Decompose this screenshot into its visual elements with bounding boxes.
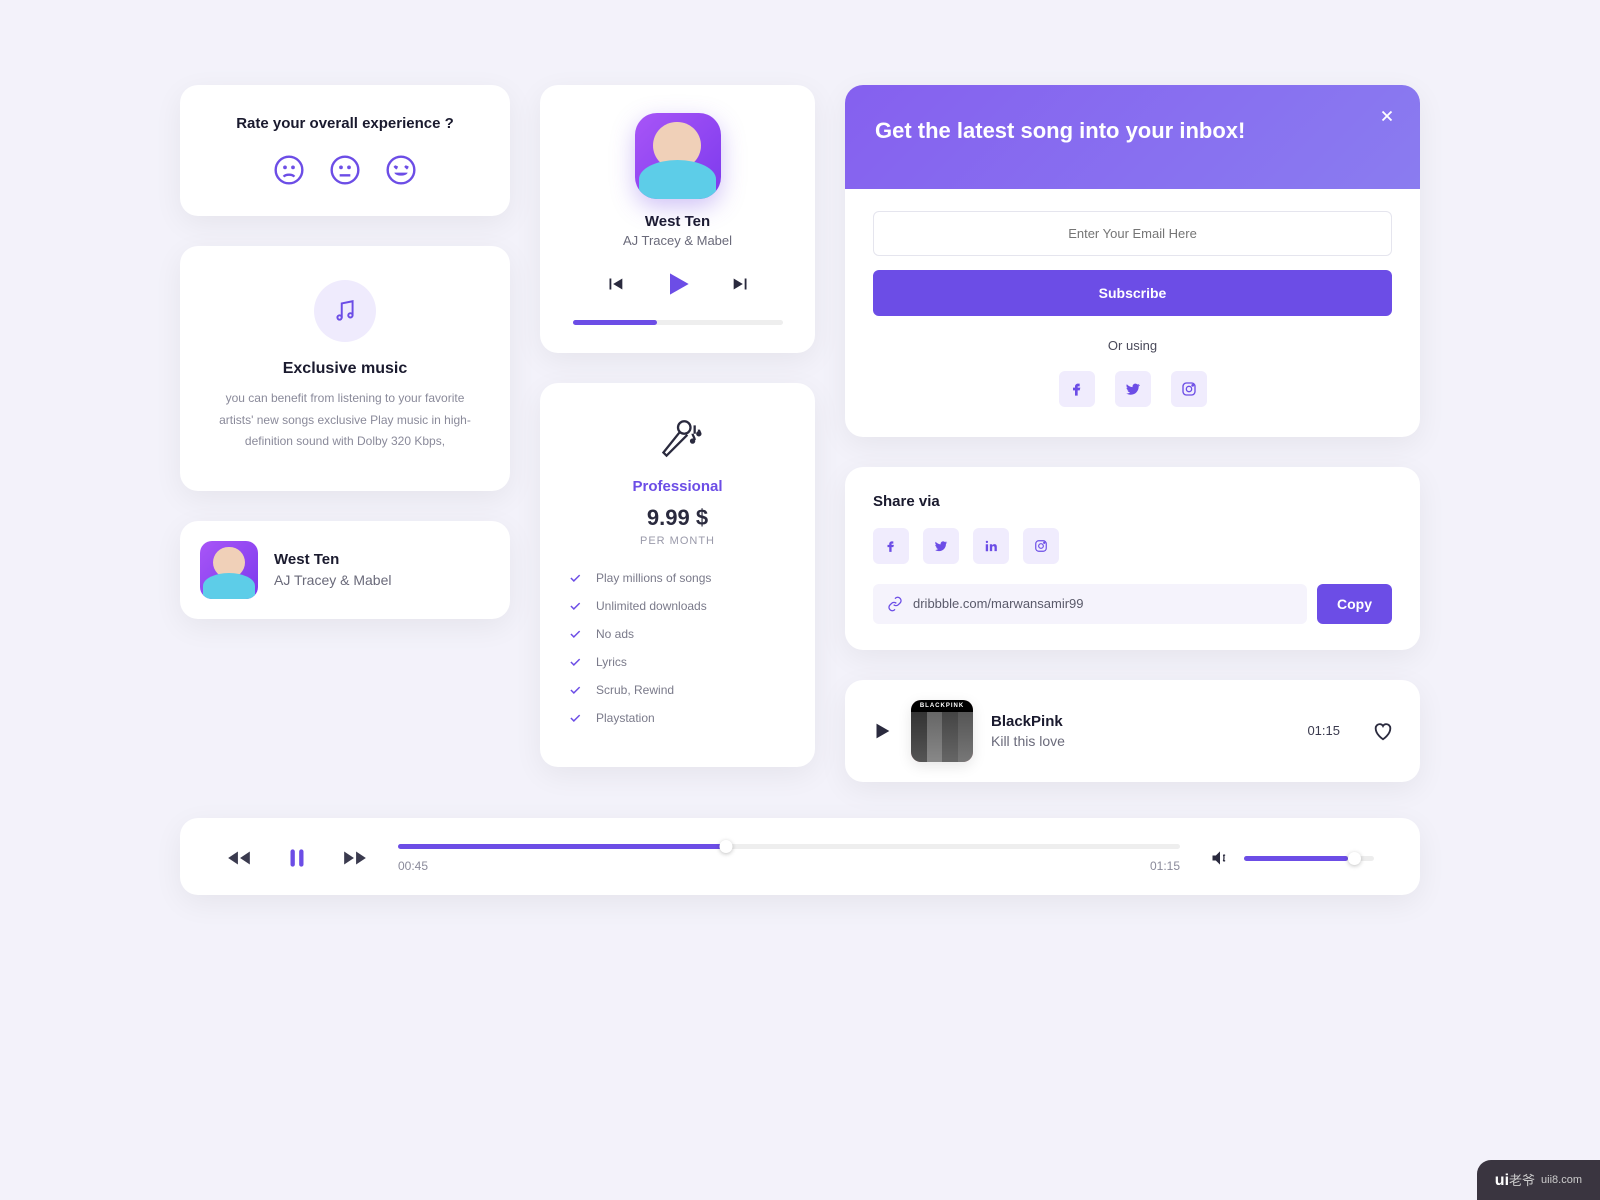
mini-track-title: West Ten [274,551,392,568]
copy-button[interactable]: Copy [1317,584,1392,624]
instagram-icon[interactable] [1171,371,1207,407]
check-icon [568,599,582,613]
track-art: BLACKPINK [911,700,973,762]
check-icon [568,711,582,725]
player-progress[interactable] [573,320,783,325]
bar-total: 01:15 [1150,859,1180,873]
rewind-icon[interactable] [226,845,252,871]
share-link-box: dribbble.com/marwansamir99 [873,584,1307,624]
rating-card: Rate your overall experience ? [180,85,510,216]
subscribe-heading: Get the latest song into your inbox! [875,115,1390,147]
track-row: BLACKPINK BlackPink Kill this love 01:15 [845,680,1420,782]
exclusive-desc: you can benefit from listening to your f… [208,388,482,453]
exclusive-card: Exclusive music you can benefit from lis… [180,246,510,491]
close-icon[interactable] [1378,107,1396,130]
share-twitter-icon[interactable] [923,528,959,564]
pricing-amount: 9.99 $ [568,505,787,531]
player-controls [564,268,791,300]
mini-track-card[interactable]: West Ten AJ Tracey & Mabel [180,521,510,619]
facebook-icon[interactable] [1059,371,1095,407]
forward-icon[interactable] [342,845,368,871]
mic-icon [568,415,787,470]
pricing-feature: Lyrics [568,655,787,669]
track-play-icon[interactable] [871,720,893,742]
check-icon [568,655,582,669]
music-note-icon [314,280,376,342]
pricing-period: PER MONTH [568,535,787,547]
share-card: Share via dribbble.com/marwansamir99 Cop… [845,467,1420,650]
pricing-feature: Play millions of songs [568,571,787,585]
share-instagram-icon[interactable] [1023,528,1059,564]
subscribe-card: Get the latest song into your inbox! Sub… [845,85,1420,437]
share-title: Share via [873,493,1392,510]
player-title: West Ten [564,213,791,230]
share-facebook-icon[interactable] [873,528,909,564]
play-icon[interactable] [662,268,694,300]
rating-faces [204,154,486,186]
volume-slider[interactable] [1244,856,1374,861]
email-input[interactable] [873,211,1392,256]
track-duration: 01:15 [1307,723,1340,738]
pricing-plan: Professional [568,478,787,495]
check-icon [568,627,582,641]
share-linkedin-icon[interactable] [973,528,1009,564]
bar-elapsed: 00:45 [398,859,428,873]
pricing-card: Professional 9.99 $ PER MONTH Play milli… [540,383,815,767]
twitter-icon[interactable] [1115,371,1151,407]
pricing-feature: Scrub, Rewind [568,683,787,697]
prev-icon[interactable] [604,273,626,295]
or-text: Or using [873,338,1392,353]
heart-icon[interactable] [1372,720,1394,742]
pricing-feature: No ads [568,627,787,641]
player-card: West Ten AJ Tracey & Mabel [540,85,815,353]
watermark: ui老爷 uii8.com [1477,1160,1600,1200]
check-icon [568,683,582,697]
track-title: BlackPink [991,713,1289,730]
bar-progress[interactable] [398,844,1180,849]
check-icon [568,571,582,585]
next-icon[interactable] [730,273,752,295]
subscribe-header: Get the latest song into your inbox! [845,85,1420,189]
mini-track-info: West Ten AJ Tracey & Mabel [274,551,392,588]
playback-bar: 00:45 01:15 [180,818,1420,895]
subscribe-button[interactable]: Subscribe [873,270,1392,316]
volume-icon[interactable] [1210,848,1230,868]
rating-title: Rate your overall experience ? [204,115,486,132]
pricing-feature: Playstation [568,711,787,725]
link-icon [887,596,903,612]
face-neutral-icon[interactable] [329,154,361,186]
face-happy-icon[interactable] [385,154,417,186]
face-sad-icon[interactable] [273,154,305,186]
mini-track-art [200,541,258,599]
pricing-feature: Unlimited downloads [568,599,787,613]
player-art [635,113,721,199]
mini-track-artist: AJ Tracey & Mabel [274,572,392,588]
track-song: Kill this love [991,733,1289,749]
player-artist: AJ Tracey & Mabel [564,233,791,248]
exclusive-title: Exclusive music [208,360,482,378]
pause-icon[interactable] [284,845,310,871]
share-url: dribbble.com/marwansamir99 [913,596,1084,611]
